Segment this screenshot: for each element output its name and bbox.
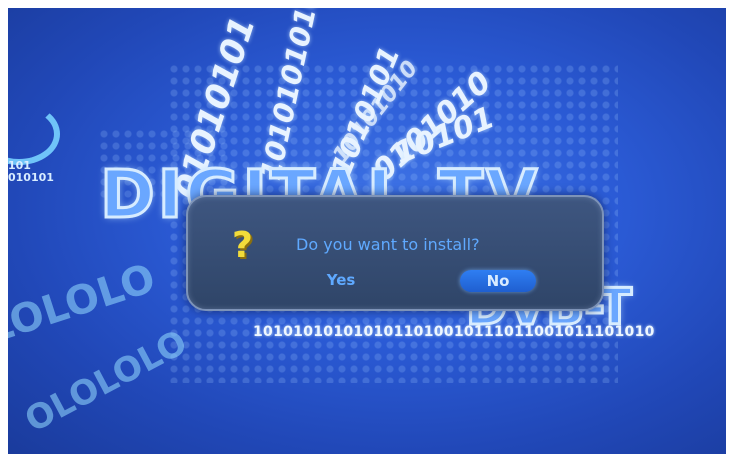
binary-small-text: 101 010101 — [8, 159, 54, 184]
yes-button[interactable]: Yes — [316, 269, 366, 291]
swirl-text-1: LOLOLO — [8, 255, 161, 353]
question-mark-icon: ? — [232, 225, 253, 266]
binary-line: 1010101010101011010010111011001011101010 — [253, 324, 655, 340]
no-button[interactable]: No — [460, 270, 536, 292]
install-confirm-dialog: ? Do you want to install? Yes No — [186, 195, 604, 311]
dialog-message: Do you want to install? — [296, 235, 480, 254]
tv-screen: 101 010101 01010101 1010101010 10101010 … — [8, 8, 726, 454]
decorative-arc — [8, 103, 60, 165]
